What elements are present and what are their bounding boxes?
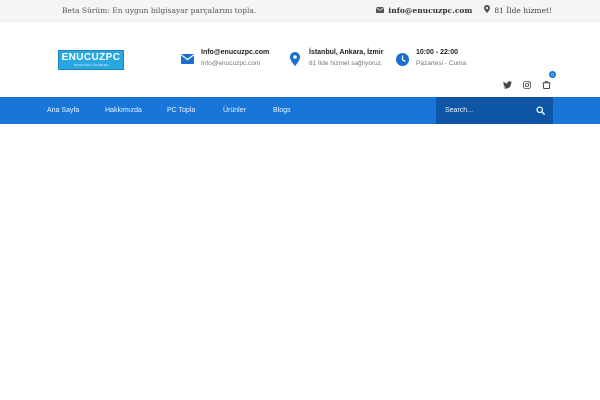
map-marker-icon: [288, 50, 302, 68]
nav-menu: Ana Sayfa Hakkımızda PC Topla Ürünler Bl…: [47, 97, 291, 124]
top-service-text: 81 İlde hizmet!: [494, 5, 552, 15]
contact-email-sub: Info@enucuzpc.com: [201, 60, 261, 67]
contact-hours: 10:00 - 22:00 Pazartesi - Cuma: [395, 48, 466, 70]
search-box: [436, 97, 553, 124]
contact-hours-sub: Pazartesi - Cuma: [416, 60, 467, 67]
site-logo[interactable]: ENUCUZPC TEKNOLOJİK ÇÖZÜMLERİ: [58, 50, 124, 70]
cart-count-badge: 0: [549, 71, 556, 78]
logo-tagline: TEKNOLOJİK ÇÖZÜMLERİ: [73, 64, 109, 67]
shopping-bag-icon: [542, 76, 551, 93]
nav-item-pc-builder[interactable]: PC Topla: [167, 107, 223, 114]
top-email-text: info@enucuzpc.com: [388, 5, 473, 15]
nav-item-home[interactable]: Ana Sayfa: [47, 107, 105, 114]
nav-item-blogs[interactable]: Blogs: [273, 107, 291, 114]
top-contact: info@enucuzpc.com 81 İlde hizmet!: [376, 5, 552, 15]
search-icon: [536, 102, 545, 120]
contact-location-title: İstanbul, Ankara, İzmir: [309, 49, 384, 56]
site-header: ENUCUZPC TEKNOLOJİK ÇÖZÜMLERİ Info@enucu…: [0, 22, 600, 97]
contact-hours-title: 10:00 - 22:00: [416, 49, 459, 56]
contact-email-title: Info@enucuzpc.com: [201, 49, 270, 56]
logo-name: ENUCUZPC: [61, 52, 121, 63]
top-bar: Beta Sürüm: En uygun bilgisayar parçalar…: [0, 0, 600, 22]
envelope-icon: [180, 50, 194, 68]
contact-location-sub: 81 İlde hizmet sağlıyoruz.: [309, 60, 383, 67]
search-button[interactable]: [535, 105, 546, 116]
envelope-icon: [376, 6, 385, 15]
main-navigation: Ana Sayfa Hakkımızda PC Topla Ürünler Bl…: [0, 97, 600, 124]
contact-email: Info@enucuzpc.com Info@enucuzpc.com: [180, 48, 269, 70]
nav-item-about[interactable]: Hakkımızda: [105, 107, 167, 114]
search-input[interactable]: [445, 107, 535, 114]
twitter-icon[interactable]: [503, 76, 512, 94]
contact-location: İstanbul, Ankara, İzmir 81 İlde hizmet s…: [288, 48, 383, 70]
map-marker-icon: [484, 5, 491, 15]
top-email[interactable]: info@enucuzpc.com: [376, 6, 472, 15]
main-content: [0, 124, 600, 400]
nav-item-products[interactable]: Ürünler: [223, 107, 273, 114]
beta-tagline: Beta Sürüm: En uygun bilgisayar parçalar…: [62, 6, 257, 15]
clock-icon: [395, 50, 409, 68]
top-service: 81 İlde hizmet!: [484, 5, 552, 15]
social-links: 0: [503, 71, 556, 94]
cart-button[interactable]: 0: [542, 71, 556, 94]
instagram-icon[interactable]: [523, 76, 531, 94]
